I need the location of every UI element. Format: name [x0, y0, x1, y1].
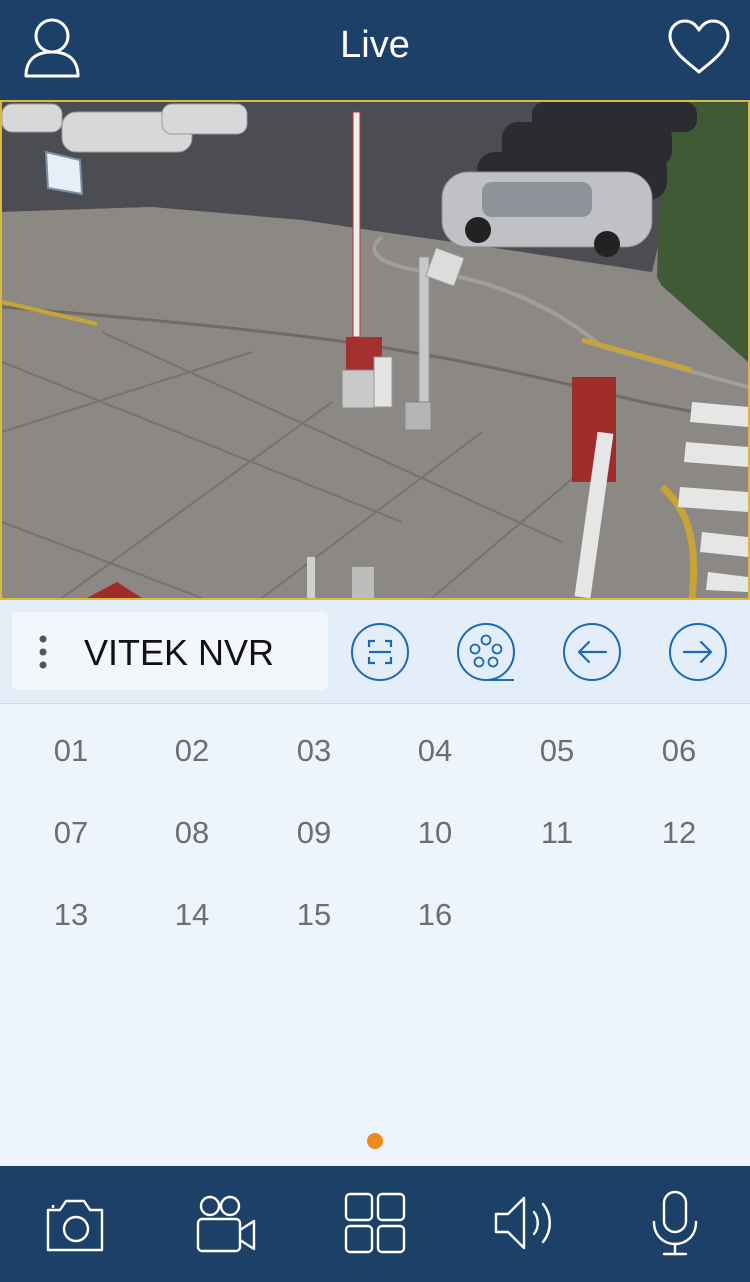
bottom-toolbar: [0, 1166, 750, 1282]
channel-button[interactable]: 05: [507, 721, 607, 781]
channel-button[interactable]: 02: [142, 721, 242, 781]
record-button[interactable]: [192, 1188, 262, 1258]
snapshot-button[interactable]: [40, 1188, 110, 1258]
channel-button[interactable]: 14: [142, 885, 242, 945]
channel-button[interactable]: 13: [21, 885, 121, 945]
channel-button[interactable]: 12: [629, 803, 729, 863]
talk-button[interactable]: [640, 1188, 710, 1258]
channel-button[interactable]: 06: [629, 721, 729, 781]
arrow-left-icon: [563, 623, 621, 681]
channel-button[interactable]: 11: [507, 803, 607, 863]
page-title: Live: [340, 24, 410, 66]
device-name: VITEK NVR: [84, 632, 275, 673]
fullscreen-button[interactable]: [350, 622, 410, 682]
audio-button[interactable]: [490, 1188, 560, 1258]
fullscreen-icon: [351, 623, 409, 681]
page-indicator-dot: [367, 1133, 383, 1149]
playback-button[interactable]: [456, 622, 516, 682]
camera-feed-image: [2, 102, 748, 598]
layout-button[interactable]: [340, 1188, 410, 1258]
next-button[interactable]: [668, 622, 728, 682]
channel-button[interactable]: 04: [385, 721, 485, 781]
channel-button[interactable]: 15: [264, 885, 364, 945]
film-reel-icon: [457, 623, 515, 681]
channel-button[interactable]: 07: [21, 803, 121, 863]
previous-button[interactable]: [562, 622, 622, 682]
favorite-button[interactable]: [666, 18, 732, 78]
channel-button[interactable]: 09: [264, 803, 364, 863]
channel-button[interactable]: 10: [385, 803, 485, 863]
channel-button[interactable]: 03: [264, 721, 364, 781]
channel-button[interactable]: 08: [142, 803, 242, 863]
live-video-view[interactable]: [0, 100, 750, 600]
microphone-icon: [652, 1190, 698, 1256]
heart-icon: [668, 19, 730, 74]
camera-icon: [46, 1199, 104, 1252]
grid-icon: [344, 1192, 406, 1254]
channel-button[interactable]: 16: [385, 885, 485, 945]
device-selector[interactable]: VITEK NVR: [12, 612, 328, 690]
channel-button[interactable]: 01: [21, 721, 121, 781]
video-camera-icon: [196, 1195, 256, 1253]
header-bar: Live: [0, 0, 750, 100]
arrow-right-icon: [669, 623, 727, 681]
more-vertical-icon[interactable]: [38, 634, 48, 670]
speaker-icon: [494, 1196, 551, 1250]
